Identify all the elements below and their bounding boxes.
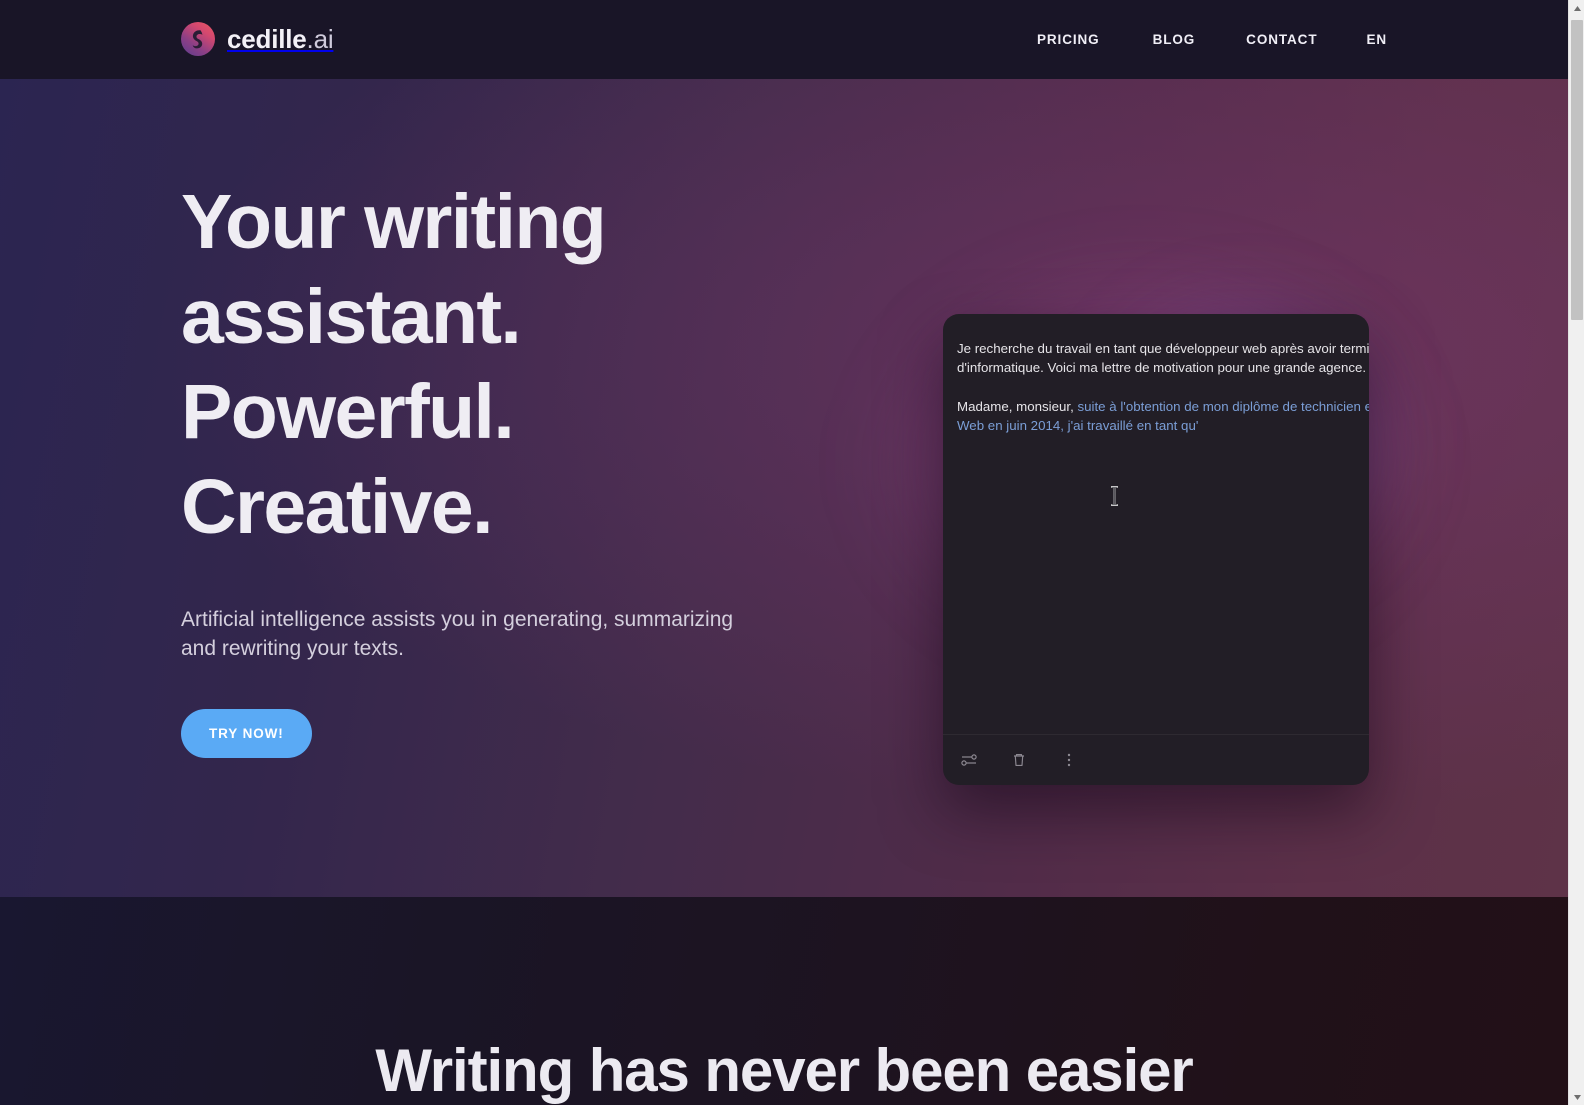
hero-title-line-1: Your writing (181, 179, 607, 265)
editor-generated-prefix: Madame, monsieur, (957, 399, 1078, 415)
nav-item-pricing[interactable]: PRICING (1037, 28, 1100, 51)
nav-item-blog[interactable]: BLOG (1153, 28, 1196, 51)
site-header: cedille.ai PRICING BLOG CONTACT EN (0, 0, 1568, 79)
brand-logo-link[interactable]: cedille.ai (181, 22, 334, 56)
hero-title-line-4: Creative. (181, 464, 494, 550)
editor-text-area[interactable]: Je recherche du travail en tant que déve… (943, 314, 1369, 734)
brand-wordmark: cedille.ai (227, 23, 334, 55)
hero-subtitle: Artificial intelligence assists you in g… (181, 608, 734, 660)
scrollbar-thumb[interactable] (1571, 20, 1583, 320)
features-section: Writing has never been easier (0, 897, 1568, 1105)
editor-generated-paragraph: Madame, monsieur, suite à l'obtention de… (957, 398, 1369, 435)
tune-sliders-icon[interactable] (957, 748, 981, 772)
editor-preview-card[interactable]: Je recherche du travail en tant que déve… (943, 314, 1369, 785)
features-section-title: Writing has never been easier (375, 1037, 1193, 1104)
nav-item-language[interactable]: EN (1366, 28, 1387, 51)
more-vertical-icon[interactable] (1057, 748, 1081, 772)
hero-copy: Your writing assistant. Powerful. Creati… (181, 175, 801, 758)
main-navigation: PRICING BLOG CONTACT EN (1020, 28, 1387, 51)
editor-prompt-paragraph: Je recherche du travail en tant que déve… (957, 341, 1369, 375)
page-viewport: cedille.ai PRICING BLOG CONTACT EN Your … (0, 0, 1568, 1105)
cedille-swirl-logo-icon (181, 22, 215, 56)
scrollbar-up-arrow-icon[interactable] (1569, 0, 1584, 16)
try-now-button[interactable]: TRY NOW! (181, 709, 312, 758)
hero-section: Your writing assistant. Powerful. Creati… (0, 79, 1568, 897)
vertical-scrollbar[interactable] (1568, 0, 1584, 1105)
brand-name: cedille (227, 23, 307, 54)
nav-item-contact[interactable]: CONTACT (1246, 28, 1317, 51)
browser-page: cedille.ai PRICING BLOG CONTACT EN Your … (0, 0, 1584, 1105)
hero-title: Your writing assistant. Powerful. Creati… (181, 175, 801, 555)
hero-title-line-2: assistant. (181, 274, 522, 360)
brand-suffix: .ai (306, 23, 334, 54)
hero-title-line-3: Powerful. (181, 369, 515, 455)
editor-toolbar (943, 734, 1369, 785)
scrollbar-down-arrow-icon[interactable] (1569, 1089, 1584, 1105)
trash-icon[interactable] (1007, 748, 1031, 772)
